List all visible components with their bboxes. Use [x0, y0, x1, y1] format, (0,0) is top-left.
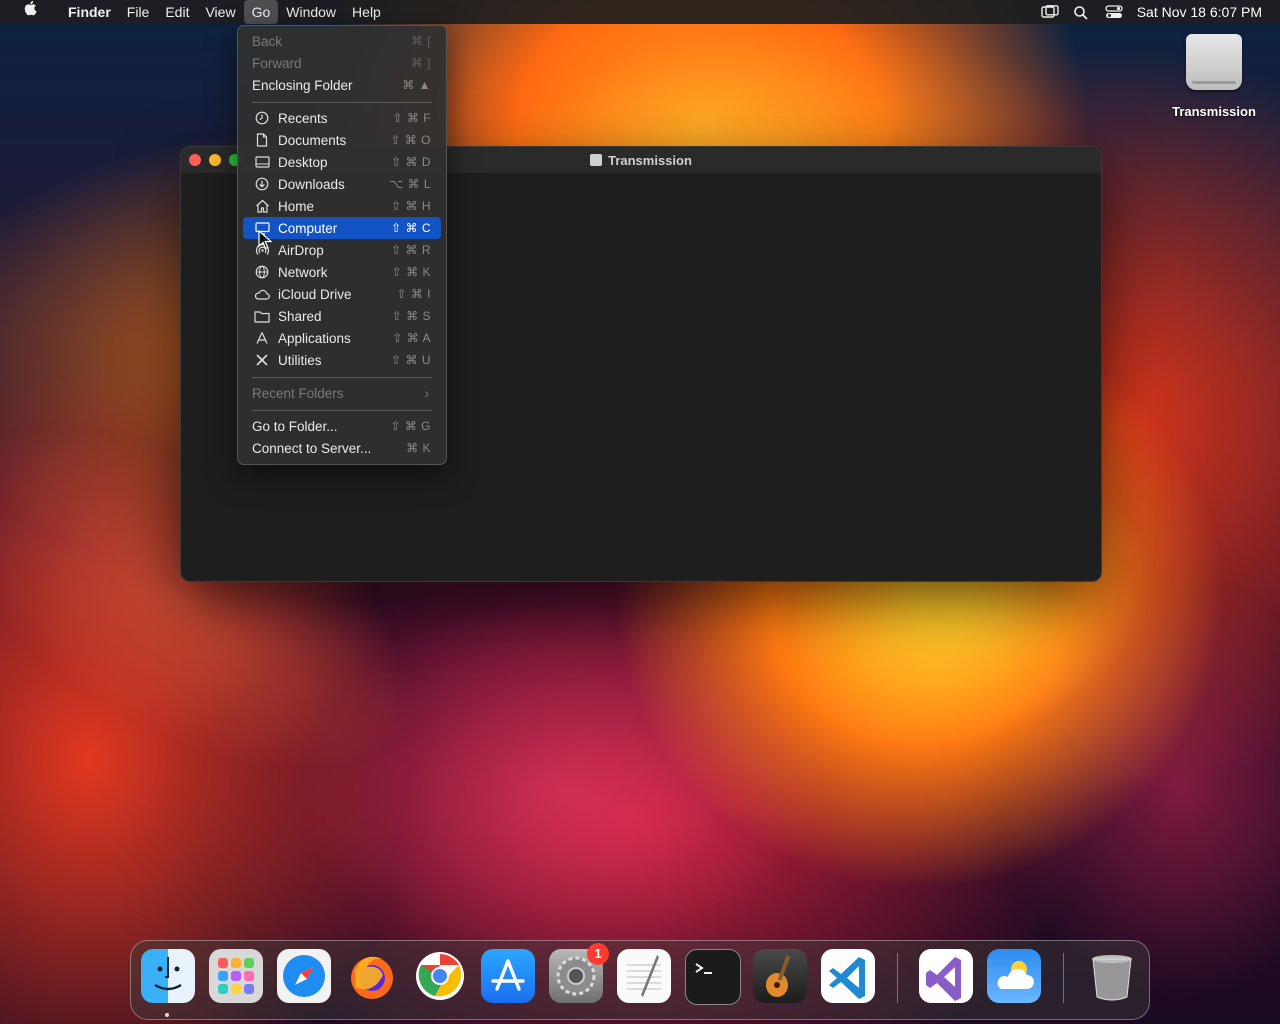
control-center-icon[interactable]	[1105, 5, 1123, 19]
screen-mirroring-icon[interactable]	[1041, 5, 1059, 19]
chrome-icon[interactable]	[413, 949, 467, 1003]
menubar-clock[interactable]: Sat Nov 18 6:07 PM	[1137, 4, 1262, 20]
shared-folder-icon	[252, 310, 272, 323]
go-menu-applications[interactable]: Applications ⇧ ⌘ A	[243, 327, 441, 349]
window-title: Transmission	[608, 152, 692, 168]
drive-icon	[590, 154, 603, 166]
go-menu-icloud-drive[interactable]: iCloud Drive ⇧ ⌘ I	[243, 283, 441, 305]
go-menu-downloads[interactable]: Downloads ⌥ ⌘ L	[243, 173, 441, 195]
dock-divider	[1063, 953, 1064, 1003]
dock: 1	[130, 940, 1150, 1020]
menu-finder[interactable]: Finder	[60, 0, 119, 24]
desktop-drive-label: Transmission	[1172, 104, 1256, 119]
go-menu-utilities[interactable]: Utilities ⇧ ⌘ U	[243, 349, 441, 371]
go-menu-back[interactable]: Back ⌘ [	[243, 30, 441, 52]
finder-running-indicator	[165, 1013, 169, 1017]
go-menu-enclosing-folder[interactable]: Enclosing Folder ⌘ ▲	[243, 74, 441, 96]
document-icon	[252, 133, 272, 147]
status-area: Sat Nov 18 6:07 PM	[1041, 4, 1280, 20]
go-menu-shared[interactable]: Shared ⇧ ⌘ S	[243, 305, 441, 327]
go-menu-home[interactable]: Home ⇧ ⌘ H	[243, 195, 441, 217]
go-menu-airdrop[interactable]: AirDrop ⇧ ⌘ R	[243, 239, 441, 261]
globe-icon	[252, 265, 272, 279]
garageband-icon[interactable]	[753, 949, 807, 1003]
cloud-icon	[252, 289, 272, 300]
mouse-cursor-icon	[258, 229, 273, 255]
go-menu-documents[interactable]: Documents ⇧ ⌘ O	[243, 129, 441, 151]
window-controls	[189, 154, 241, 166]
clock-icon	[252, 111, 272, 125]
menu-separator	[252, 410, 432, 411]
launchpad-icon[interactable]	[209, 949, 263, 1003]
menu-file[interactable]: File	[119, 0, 158, 24]
go-menu-network[interactable]: Network ⇧ ⌘ K	[243, 261, 441, 283]
desktop-icon	[252, 156, 272, 168]
menu-edit[interactable]: Edit	[157, 0, 197, 24]
trash-icon[interactable]	[1085, 949, 1139, 1003]
close-button[interactable]	[189, 154, 201, 166]
go-menu-desktop[interactable]: Desktop ⇧ ⌘ D	[243, 151, 441, 173]
finder-icon[interactable]	[141, 949, 195, 1003]
spotlight-search-icon[interactable]	[1073, 5, 1091, 20]
applications-icon	[252, 331, 272, 345]
chevron-right-icon: ›	[424, 385, 430, 401]
home-icon	[252, 199, 272, 213]
menu-window[interactable]: Window	[278, 0, 344, 24]
go-menu-recent-folders[interactable]: Recent Folders ›	[243, 382, 441, 404]
visual-studio-icon[interactable]	[919, 949, 973, 1003]
utilities-icon	[252, 353, 272, 367]
menu-view[interactable]: View	[197, 0, 243, 24]
weather-icon[interactable]	[987, 949, 1041, 1003]
desktop-drive-transmission[interactable]: Transmission	[1168, 34, 1260, 119]
notification-badge: 1	[587, 943, 609, 965]
go-menu-recents[interactable]: Recents ⇧ ⌘ F	[243, 107, 441, 129]
firefox-icon[interactable]	[345, 949, 399, 1003]
go-menu-go-to-folder[interactable]: Go to Folder... ⇧ ⌘ G	[243, 415, 441, 437]
go-menu-forward[interactable]: Forward ⌘ ]	[243, 52, 441, 74]
external-drive-icon	[1186, 34, 1242, 90]
menu-go[interactable]: Go	[243, 0, 279, 24]
system-settings-icon[interactable]: 1	[549, 943, 609, 1003]
menu-help[interactable]: Help	[344, 0, 389, 24]
terminal-icon[interactable]	[685, 949, 741, 1005]
app-store-icon[interactable]	[481, 949, 535, 1003]
apple-icon[interactable]	[0, 0, 60, 24]
go-menu-connect-to-server[interactable]: Connect to Server... ⌘ K	[243, 437, 441, 459]
vscode-icon[interactable]	[821, 949, 875, 1003]
download-icon	[252, 177, 272, 191]
safari-icon[interactable]	[277, 949, 331, 1003]
dock-divider	[897, 953, 898, 1003]
menu-separator	[252, 377, 432, 378]
menu-bar: Finder File Edit View Go Window Help Sat…	[0, 0, 1280, 24]
minimize-button[interactable]	[209, 154, 221, 166]
go-menu-computer[interactable]: Computer ⇧ ⌘ C	[243, 217, 441, 239]
menu-separator	[252, 102, 432, 103]
textedit-icon[interactable]	[617, 949, 671, 1003]
